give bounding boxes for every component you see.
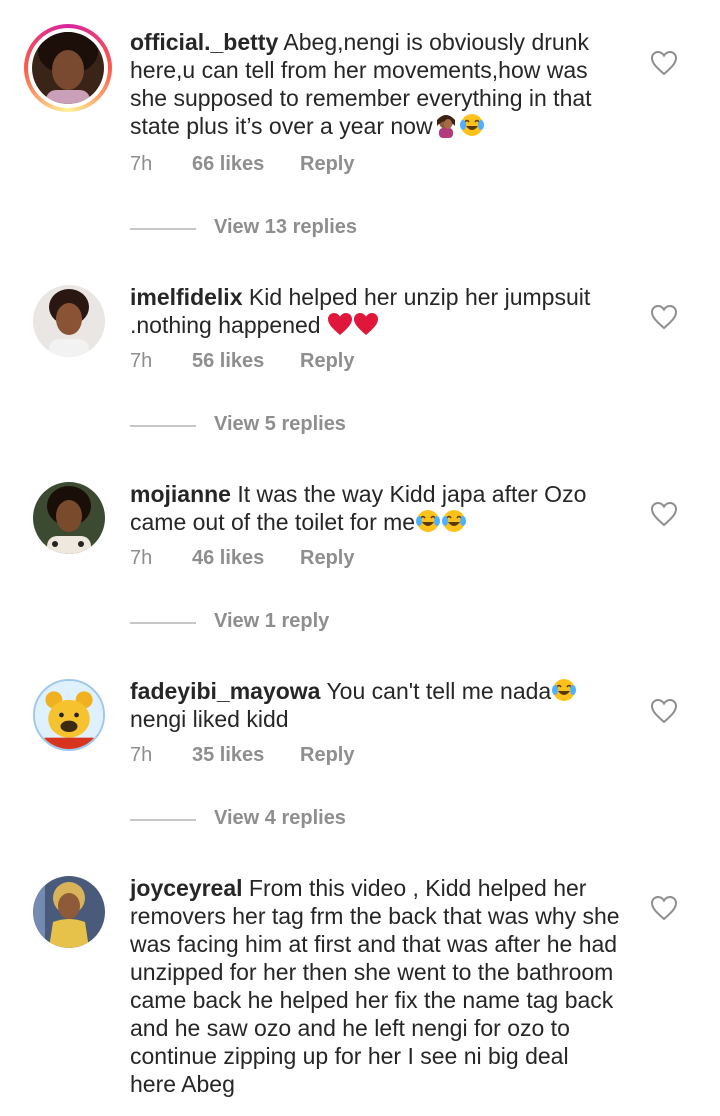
reply-button[interactable]: Reply [300, 350, 354, 373]
view-replies-label: View 13 replies [214, 216, 358, 238]
view-replies-button[interactable]: View 1 reply [130, 610, 530, 638]
avatar-image [32, 32, 104, 104]
like-heart-icon[interactable] [650, 895, 678, 921]
view-replies-button[interactable]: View 5 replies [130, 413, 530, 441]
face-with-tears-of-joy-icon [551, 677, 577, 703]
avatar[interactable] [24, 876, 112, 964]
view-replies-divider [130, 228, 196, 230]
comment-time: 7h [130, 744, 153, 766]
likes-count[interactable]: 66 likes [192, 153, 264, 176]
face-with-tears-of-joy-icon [459, 112, 485, 138]
view-replies-button[interactable]: View 13 replies [130, 216, 530, 244]
comment-time: 7h [130, 547, 153, 569]
red-heart-icon [327, 311, 353, 337]
comment-time: 7h [130, 350, 153, 372]
view-replies-label: View 5 replies [214, 413, 346, 435]
woman-facepalming-icon [433, 112, 459, 138]
face-with-tears-of-joy-icon [441, 508, 467, 534]
view-replies-divider [130, 819, 196, 821]
view-replies-label: View 4 replies [214, 807, 346, 829]
likes-count[interactable]: 56 likes [192, 350, 264, 373]
like-heart-icon[interactable] [650, 501, 678, 527]
username[interactable]: official._betty [130, 29, 278, 55]
face-with-tears-of-joy-icon [415, 508, 441, 534]
reply-button[interactable]: Reply [300, 153, 354, 176]
view-replies-divider [130, 425, 196, 427]
comment-text: From this video , Kidd helped her remove… [130, 875, 620, 1097]
avatar[interactable] [24, 679, 112, 767]
view-replies-divider [130, 622, 196, 624]
like-heart-icon[interactable] [650, 698, 678, 724]
red-heart-icon [353, 311, 379, 337]
avatar-image [33, 679, 105, 751]
username[interactable]: imelfidelix [130, 284, 242, 310]
avatar[interactable] [24, 285, 112, 373]
avatar[interactable] [24, 482, 112, 570]
username[interactable]: fadeyibi_mayowa [130, 678, 320, 704]
like-heart-icon[interactable] [650, 304, 678, 330]
avatar[interactable] [24, 24, 112, 112]
view-replies-button[interactable]: View 4 replies [130, 807, 530, 835]
likes-count[interactable]: 46 likes [192, 547, 264, 570]
view-replies-label: View 1 reply [214, 610, 330, 632]
comment-text: You can't tell me nada [326, 678, 552, 704]
reply-button[interactable]: Reply [300, 547, 354, 570]
avatar-image [33, 285, 105, 357]
reply-button[interactable]: Reply [300, 744, 354, 767]
avatar-image [33, 482, 105, 554]
username[interactable]: mojianne [130, 481, 231, 507]
comment-text-continued: nengi liked kidd [130, 706, 289, 732]
username[interactable]: joyceyreal [130, 875, 243, 901]
like-heart-icon[interactable] [650, 50, 678, 76]
likes-count[interactable]: 35 likes [192, 744, 264, 767]
avatar-image [33, 876, 105, 948]
comment-time: 7h [130, 153, 153, 175]
